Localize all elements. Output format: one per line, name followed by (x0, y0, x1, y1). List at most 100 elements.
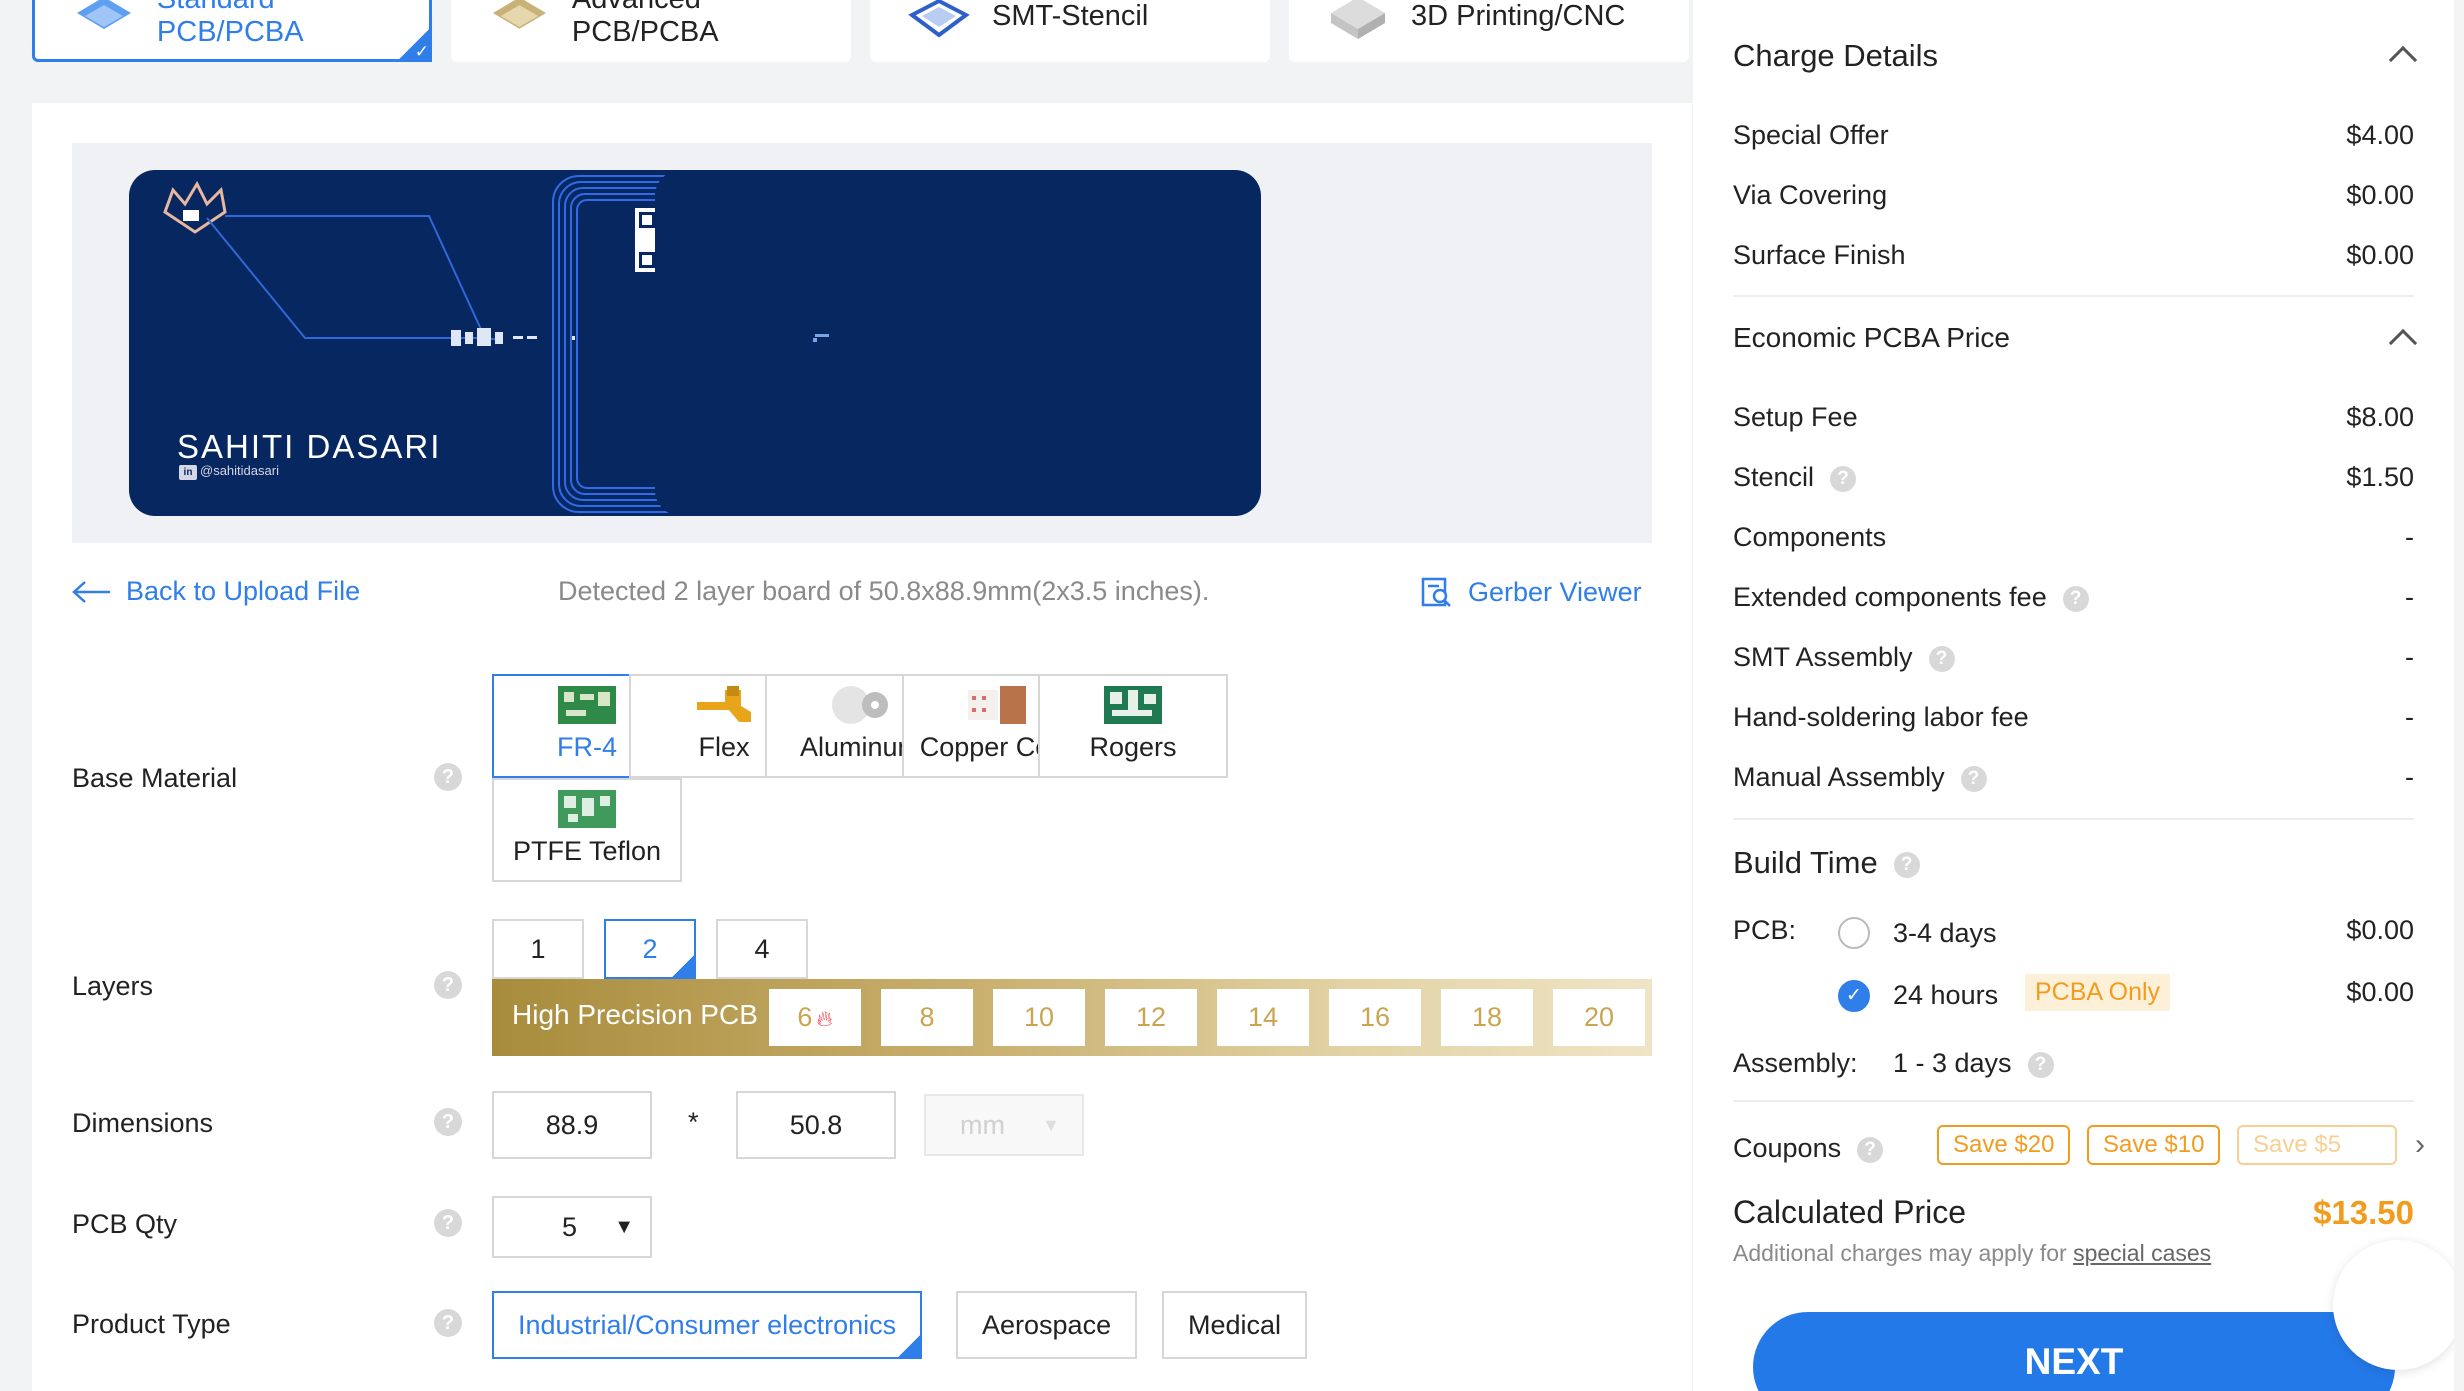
pcb-front-preview: SAHITI DASARI in @sahitidasari (129, 170, 735, 516)
chevron-right-icon[interactable]: › (2415, 1128, 2425, 1162)
product-type-industrial[interactable]: Industrial/Consumer electronics (492, 1291, 923, 1360)
charge-value: $4.00 (2346, 120, 2414, 150)
selected-check-icon (670, 924, 696, 980)
layer-option-18[interactable]: 18 (1441, 989, 1533, 1046)
dimension-width-input[interactable]: 50.8 (736, 1091, 896, 1159)
qty-value: 5 (562, 1212, 578, 1242)
additional-charges-note: Additional charges may apply for special… (1733, 1240, 2211, 1267)
arrow-left-icon (72, 580, 110, 603)
coupons-row: Coupons? (1733, 1133, 1884, 1164)
pcba-fee-label: Components (1733, 522, 1887, 552)
pcb-back-preview (655, 170, 1261, 516)
build-option-radio-24-hours[interactable] (1838, 980, 1870, 1012)
gerber-viewer-link[interactable]: Gerber Viewer (1420, 576, 1642, 608)
assembly-build-value: 1 - 3 days (1893, 1048, 2012, 1078)
help-icon[interactable]: ? (1857, 1136, 1884, 1163)
chevron-up-icon[interactable] (2388, 328, 2418, 358)
tab-smt-stencil[interactable]: SMT-Stencil (870, 0, 1270, 62)
dimensions-label: Dimensions (72, 1108, 214, 1138)
layers-label: Layers (72, 971, 154, 1001)
material-option-rogers[interactable]: Rogers (1038, 674, 1228, 778)
linkedin-icon: in (179, 465, 197, 480)
pcb-qty-select[interactable]: 5 ▼ (492, 1196, 652, 1258)
high-precision-pcb-bar: High Precision PCB 6 🔥︎ 8 10 12 14 16 18 … (492, 979, 1652, 1056)
hot-fire-icon: 🔥︎ (816, 1006, 833, 1031)
build-option-price: $0.00 (2346, 977, 2414, 1007)
layer-option-6[interactable]: 6 🔥︎ (769, 989, 861, 1046)
charge-label: Surface Finish (1733, 240, 1906, 270)
charge-label: Via Covering (1733, 180, 1888, 210)
crown-logo-icon (163, 180, 227, 234)
chevron-up-icon[interactable] (2388, 45, 2418, 75)
pcba-fee-row: Manual Assembly? (1733, 762, 1987, 793)
pcb-qty-help-icon[interactable]: ? (434, 1209, 462, 1237)
pcba-fee-label: Stencil (1733, 462, 1815, 492)
layer-option-10[interactable]: 10 (993, 989, 1085, 1046)
floating-help-button[interactable] (2333, 1240, 2463, 1370)
charge-value: $0.00 (2346, 180, 2414, 210)
pcba-fee-value: - (2405, 642, 2414, 672)
pcba-fee-label: Hand-soldering labor fee (1733, 702, 2029, 732)
coupon-save-10[interactable]: Save $10 (2087, 1125, 2221, 1165)
layer-option-label: 2 (642, 934, 658, 964)
help-icon[interactable]: ? (1893, 851, 1920, 878)
dimensions-help-icon[interactable]: ? (434, 1108, 462, 1136)
pcba-fee-row: SMT Assembly? (1733, 642, 1955, 673)
material-label: Rogers (1089, 732, 1177, 762)
high-precision-label: High Precision PCB (512, 999, 758, 1030)
layer-option-16[interactable]: 16 (1329, 989, 1421, 1046)
help-icon[interactable]: ? (1960, 765, 1987, 792)
selected-check-icon (896, 1296, 923, 1360)
layer-option-1[interactable]: 1 (492, 919, 584, 979)
tab-3d-printing[interactable]: 3D Printing/CNC (1289, 0, 1689, 62)
help-icon[interactable]: ? (2062, 585, 2089, 612)
build-option-radio-3-4-days[interactable] (1838, 917, 1870, 949)
product-type-help-icon[interactable]: ? (434, 1309, 462, 1337)
back-to-upload-link[interactable]: Back to Upload File (72, 576, 360, 607)
layer-option-8[interactable]: 8 (881, 989, 973, 1046)
tab-standard-pcb[interactable]: Standard PCB/PCBA (32, 0, 432, 62)
scrollbar[interactable] (2454, 0, 2464, 1391)
product-type-aerospace[interactable]: Aerospace (956, 1291, 1138, 1359)
tab-advanced-pcb[interactable]: Advanced PCB/PCBA (451, 0, 851, 62)
ptfe-teflon-board-icon (558, 790, 616, 828)
help-icon[interactable]: ? (1830, 465, 1857, 492)
gerber-link-label: Gerber Viewer (1468, 576, 1642, 607)
layer-option-12[interactable]: 12 (1105, 989, 1197, 1046)
pcba-fee-label: Extended components fee (1733, 582, 2047, 612)
dimension-length-input[interactable]: 88.9 (492, 1091, 652, 1159)
assembly-build-row: 1 - 3 days? (1893, 1048, 2054, 1079)
pcba-fee-row: Stencil? (1733, 462, 1857, 493)
material-option-ptfe-teflon[interactable]: PTFE Teflon (492, 778, 682, 882)
tab-label: 3D Printing/CNC (1411, 0, 1626, 32)
layer-option-label: 6 (797, 1002, 813, 1032)
help-icon[interactable]: ? (1928, 645, 1955, 672)
base-material-help-icon[interactable]: ? (434, 763, 462, 791)
next-button[interactable]: NEXT (1753, 1312, 2395, 1391)
product-type-medical[interactable]: Medical (1162, 1291, 1308, 1359)
rogers-board-icon (1104, 686, 1162, 724)
layer-option-20[interactable]: 20 (1553, 989, 1645, 1046)
divider (1733, 818, 2414, 820)
layers-help-icon[interactable]: ? (434, 971, 462, 999)
charge-label: Special Offer (1733, 120, 1889, 150)
layer-option-14[interactable]: 14 (1217, 989, 1309, 1046)
layer-option-4[interactable]: 4 (716, 919, 808, 979)
help-icon[interactable]: ? (2027, 1051, 2054, 1078)
charge-details-title: Charge Details (1733, 38, 1939, 73)
dimension-unit-select[interactable]: mm ▼ (924, 1094, 1084, 1156)
pcba-fee-value: - (2405, 582, 2414, 612)
pcb-back-artwork (813, 334, 829, 342)
divider (1733, 1100, 2414, 1102)
coupon-save-5[interactable]: Save $5 (2237, 1125, 2397, 1165)
back-link-label: Back to Upload File (126, 576, 361, 606)
special-cases-link[interactable]: special cases (2073, 1240, 2211, 1266)
standard-pcb-icon (76, 0, 131, 29)
base-material-label: Base Material (72, 763, 238, 793)
divider (1733, 295, 2414, 297)
layer-option-2[interactable]: 2 (604, 919, 696, 980)
coupon-save-20[interactable]: Save $20 (1937, 1125, 2071, 1165)
product-type-label: Product Type (72, 1309, 231, 1339)
assembly-build-label: Assembly: (1733, 1048, 1858, 1078)
pcba-fee-label: SMT Assembly (1733, 642, 1913, 672)
